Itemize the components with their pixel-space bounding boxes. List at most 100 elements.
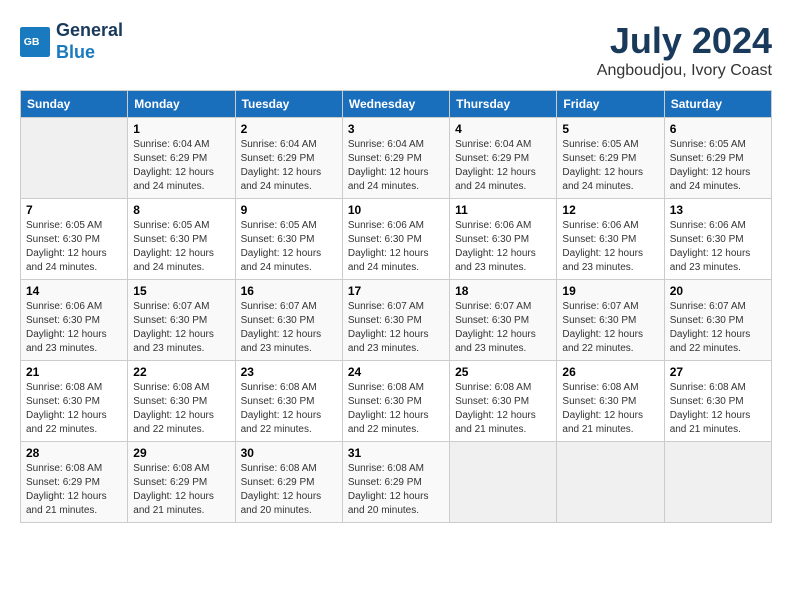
day-info: Sunrise: 6:06 AMSunset: 6:30 PMDaylight:… (455, 219, 551, 275)
calendar-cell: 17 Sunrise: 6:07 AMSunset: 6:30 PMDayligh… (342, 280, 449, 361)
day-number: 27 (670, 365, 766, 379)
calendar-cell: 15 Sunrise: 6:07 AMSunset: 6:30 PMDayligh… (128, 280, 235, 361)
calendar-cell: 7 Sunrise: 6:05 AMSunset: 6:30 PMDaylight… (21, 199, 128, 280)
day-number: 23 (241, 365, 337, 379)
day-info: Sunrise: 6:08 AMSunset: 6:30 PMDaylight:… (455, 381, 551, 437)
day-info: Sunrise: 6:08 AMSunset: 6:30 PMDaylight:… (241, 381, 337, 437)
calendar-week-row: 21Sunrise: 6:08 AMSunset: 6:30 PMDayligh… (21, 361, 772, 442)
day-number: 28 (26, 446, 122, 460)
day-number: 16 (241, 284, 337, 298)
calendar-cell: 18 Sunrise: 6:07 AMSunset: 6:30 PMDayligh… (450, 280, 557, 361)
day-number: 8 (133, 203, 229, 217)
calendar-cell: 13 Sunrise: 6:06 AMSunset: 6:30 PMDayligh… (664, 199, 771, 280)
day-info: Sunrise: 6:08 AMSunset: 6:29 PMDaylight:… (133, 462, 229, 518)
day-info: Sunrise: 6:07 AMSunset: 6:30 PMDaylight:… (562, 300, 658, 356)
day-info: Sunrise: 6:06 AMSunset: 6:30 PMDaylight:… (562, 219, 658, 275)
calendar-cell (557, 442, 664, 523)
day-number: 14 (26, 284, 122, 298)
calendar-cell (21, 118, 128, 199)
day-number: 4 (455, 122, 551, 136)
day-info: Sunrise: 6:05 AMSunset: 6:29 PMDaylight:… (670, 138, 766, 194)
day-info: Sunrise: 6:05 AMSunset: 6:30 PMDaylight:… (26, 219, 122, 275)
calendar-cell: 11 Sunrise: 6:06 AMSunset: 6:30 PMDayligh… (450, 199, 557, 280)
day-info: Sunrise: 6:07 AMSunset: 6:30 PMDaylight:… (670, 300, 766, 356)
day-number: 6 (670, 122, 766, 136)
calendar-week-row: 28 Sunrise: 6:08 AMSunset: 6:29 PMDayligh… (21, 442, 772, 523)
calendar-cell: 22 Sunrise: 6:08 AMSunset: 6:30 PMDayligh… (128, 361, 235, 442)
day-number: 11 (455, 203, 551, 217)
calendar-cell: 14Sunrise: 6:06 AMSunset: 6:30 PMDayligh… (21, 280, 128, 361)
day-number: 7 (26, 203, 122, 217)
day-number: 29 (133, 446, 229, 460)
day-info: Sunrise: 6:07 AMSunset: 6:30 PMDaylight:… (455, 300, 551, 356)
weekday-header-tuesday: Tuesday (235, 91, 342, 118)
calendar-cell: 26 Sunrise: 6:08 AMSunset: 6:30 PMDayligh… (557, 361, 664, 442)
calendar-cell: 2 Sunrise: 6:04 AMSunset: 6:29 PMDaylight… (235, 118, 342, 199)
day-info: Sunrise: 6:08 AMSunset: 6:30 PMDaylight:… (562, 381, 658, 437)
day-number: 25 (455, 365, 551, 379)
calendar-cell: 23 Sunrise: 6:08 AMSunset: 6:30 PMDayligh… (235, 361, 342, 442)
weekday-header-saturday: Saturday (664, 91, 771, 118)
day-number: 13 (670, 203, 766, 217)
day-number: 31 (348, 446, 444, 460)
day-number: 30 (241, 446, 337, 460)
calendar-body: 1Sunrise: 6:04 AMSunset: 6:29 PMDaylight… (21, 118, 772, 523)
calendar-week-row: 1Sunrise: 6:04 AMSunset: 6:29 PMDaylight… (21, 118, 772, 199)
day-info: Sunrise: 6:04 AMSunset: 6:29 PMDaylight:… (241, 138, 337, 194)
weekday-header-sunday: Sunday (21, 91, 128, 118)
calendar-cell: 29 Sunrise: 6:08 AMSunset: 6:29 PMDayligh… (128, 442, 235, 523)
calendar-table: SundayMondayTuesdayWednesdayThursdayFrid… (20, 90, 772, 523)
day-number: 22 (133, 365, 229, 379)
calendar-cell: 6 Sunrise: 6:05 AMSunset: 6:29 PMDaylight… (664, 118, 771, 199)
day-number: 9 (241, 203, 337, 217)
calendar-cell: 16Sunrise: 6:07 AMSunset: 6:30 PMDayligh… (235, 280, 342, 361)
calendar-cell (450, 442, 557, 523)
calendar-cell: 27 Sunrise: 6:08 AMSunset: 6:30 PMDayligh… (664, 361, 771, 442)
day-number: 12 (562, 203, 658, 217)
day-number: 19 (562, 284, 658, 298)
day-number: 17 (348, 284, 444, 298)
svg-text:GB: GB (24, 36, 40, 48)
page-header: GB General Blue July 2024 Angboudjou, Iv… (20, 20, 772, 80)
day-info: Sunrise: 6:08 AMSunset: 6:30 PMDaylight:… (348, 381, 444, 437)
day-number: 3 (348, 122, 444, 136)
day-number: 10 (348, 203, 444, 217)
calendar-week-row: 7 Sunrise: 6:05 AMSunset: 6:30 PMDaylight… (21, 199, 772, 280)
calendar-cell: 30 Sunrise: 6:08 AMSunset: 6:29 PMDayligh… (235, 442, 342, 523)
day-number: 2 (241, 122, 337, 136)
day-info: Sunrise: 6:04 AMSunset: 6:29 PMDaylight:… (133, 138, 229, 194)
logo: GB General Blue (20, 20, 123, 63)
day-info: Sunrise: 6:05 AMSunset: 6:30 PMDaylight:… (241, 219, 337, 275)
day-info: Sunrise: 6:08 AMSunset: 6:29 PMDaylight:… (348, 462, 444, 518)
day-info: Sunrise: 6:05 AMSunset: 6:30 PMDaylight:… (133, 219, 229, 275)
location-title: Angboudjou, Ivory Coast (597, 62, 772, 80)
day-info: Sunrise: 6:07 AMSunset: 6:30 PMDaylight:… (133, 300, 229, 356)
weekday-header-monday: Monday (128, 91, 235, 118)
calendar-cell: 19 Sunrise: 6:07 AMSunset: 6:30 PMDayligh… (557, 280, 664, 361)
day-number: 18 (455, 284, 551, 298)
day-number: 26 (562, 365, 658, 379)
day-info: Sunrise: 6:08 AMSunset: 6:29 PMDaylight:… (241, 462, 337, 518)
weekday-header-row: SundayMondayTuesdayWednesdayThursdayFrid… (21, 91, 772, 118)
day-number: 20 (670, 284, 766, 298)
day-info: Sunrise: 6:08 AMSunset: 6:29 PMDaylight:… (26, 462, 122, 518)
day-number: 15 (133, 284, 229, 298)
calendar-cell: 25 Sunrise: 6:08 AMSunset: 6:30 PMDayligh… (450, 361, 557, 442)
day-info: Sunrise: 6:08 AMSunset: 6:30 PMDaylight:… (26, 381, 122, 437)
calendar-cell: 20 Sunrise: 6:07 AMSunset: 6:30 PMDayligh… (664, 280, 771, 361)
calendar-cell: 10 Sunrise: 6:06 AMSunset: 6:30 PMDayligh… (342, 199, 449, 280)
calendar-cell: 28 Sunrise: 6:08 AMSunset: 6:29 PMDayligh… (21, 442, 128, 523)
calendar-header: SundayMondayTuesdayWednesdayThursdayFrid… (21, 91, 772, 118)
calendar-cell: 9 Sunrise: 6:05 AMSunset: 6:30 PMDaylight… (235, 199, 342, 280)
day-info: Sunrise: 6:08 AMSunset: 6:30 PMDaylight:… (670, 381, 766, 437)
day-info: Sunrise: 6:07 AMSunset: 6:30 PMDaylight:… (348, 300, 444, 356)
weekday-header-thursday: Thursday (450, 91, 557, 118)
calendar-cell (664, 442, 771, 523)
weekday-header-wednesday: Wednesday (342, 91, 449, 118)
day-info: Sunrise: 6:08 AMSunset: 6:30 PMDaylight:… (133, 381, 229, 437)
day-info: Sunrise: 6:06 AMSunset: 6:30 PMDaylight:… (670, 219, 766, 275)
day-number: 5 (562, 122, 658, 136)
calendar-cell: 24Sunrise: 6:08 AMSunset: 6:30 PMDayligh… (342, 361, 449, 442)
calendar-cell: 1Sunrise: 6:04 AMSunset: 6:29 PMDaylight… (128, 118, 235, 199)
day-info: Sunrise: 6:06 AMSunset: 6:30 PMDaylight:… (348, 219, 444, 275)
